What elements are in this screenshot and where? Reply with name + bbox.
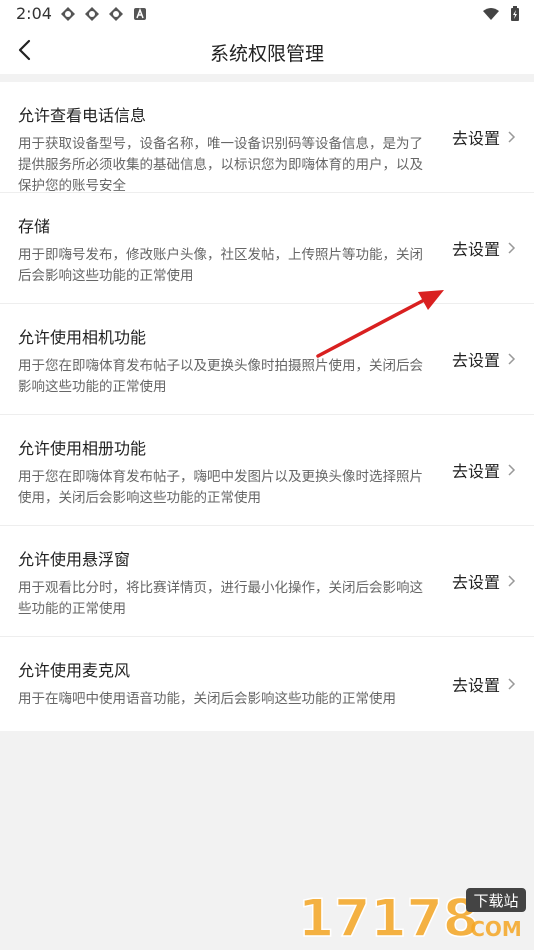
- permission-title: 允许使用悬浮窗: [18, 550, 131, 569]
- notification-icons: [60, 6, 148, 22]
- go-settings-label: 去设置: [451, 240, 500, 259]
- permission-title: 允许查看电话信息: [18, 106, 147, 125]
- go-settings-label: 去设置: [451, 462, 500, 481]
- chevron-right-icon: [508, 464, 516, 476]
- permission-description: 用于在嗨吧中使用语音功能，关闭后会影响这些功能的正常使用: [18, 691, 396, 707]
- go-settings-button[interactable]: 去设置: [452, 193, 516, 303]
- permission-item-floating-window[interactable]: 允许使用悬浮窗 用于观看比分时，将比赛详情页，进行最小化操作，关闭后会影响这些功…: [0, 526, 534, 637]
- permission-description: 用于您在即嗨体育发布帖子，嗨吧中发图片以及更换头像时选择照片使用，关闭后会影响这…: [18, 469, 423, 506]
- permission-list: 允许查看电话信息 用于获取设备型号，设备名称，唯一设备识别码等设备信息，是为了提…: [0, 82, 534, 731]
- system-status-icons: [482, 6, 520, 22]
- permission-description: 用于即嗨号发布，修改账户头像，社区发帖，上传照片等功能，关闭后会影响这些功能的正…: [18, 247, 423, 284]
- go-settings-button[interactable]: 去设置: [452, 304, 516, 414]
- status-bar: 2:04: [0, 0, 534, 28]
- chevron-right-icon: [508, 242, 516, 254]
- go-settings-button[interactable]: 去设置: [452, 637, 516, 731]
- watermark-badge: 下载站: [473, 892, 518, 910]
- permission-item-microphone[interactable]: 允许使用麦克风 用于在嗨吧中使用语音功能，关闭后会影响这些功能的正常使用 去设置: [0, 637, 534, 731]
- app-header: 系统权限管理: [0, 28, 534, 74]
- go-settings-label: 去设置: [451, 573, 500, 592]
- chevron-right-icon: [508, 575, 516, 587]
- app-notification-icon: [109, 7, 123, 21]
- permission-description: 用于观看比分时，将比赛详情页，进行最小化操作，关闭后会影响这些功能的正常使用: [18, 580, 423, 617]
- go-settings-label: 去设置: [451, 129, 500, 148]
- wifi-icon: [483, 8, 499, 20]
- app-notification-icon: [85, 7, 99, 21]
- permission-item-album[interactable]: 允许使用相册功能 用于您在即嗨体育发布帖子，嗨吧中发图片以及更换头像时选择照片使…: [0, 415, 534, 526]
- status-time: 2:04: [16, 4, 52, 23]
- go-settings-button[interactable]: 去设置: [452, 82, 516, 192]
- annotation-arrow-icon: [316, 290, 444, 358]
- permission-description: 用于获取设备型号，设备名称，唯一设备识别码等设备信息，是为了提供服务所必须收集的…: [18, 136, 423, 194]
- chevron-right-icon: [508, 131, 516, 143]
- permission-title: 允许使用相册功能: [18, 439, 147, 458]
- permission-title: 允许使用相机功能: [18, 328, 147, 347]
- go-settings-label: 去设置: [451, 676, 500, 695]
- permission-title: 存储: [18, 217, 51, 236]
- chevron-right-icon: [508, 353, 516, 365]
- go-settings-button[interactable]: 去设置: [452, 415, 516, 525]
- go-settings-button[interactable]: 去设置: [452, 526, 516, 636]
- watermark-domain: COM: [470, 917, 522, 941]
- site-watermark-logo: 17178 下载站 COM: [298, 888, 526, 944]
- a-letter-icon: [134, 7, 146, 20]
- page-title: 系统权限管理: [209, 43, 324, 65]
- app-notification-icon: [61, 7, 75, 21]
- permission-item-phone-info[interactable]: 允许查看电话信息 用于获取设备型号，设备名称，唯一设备识别码等设备信息，是为了提…: [0, 82, 534, 194]
- chevron-right-icon: [508, 678, 516, 690]
- watermark-number: 17178: [298, 889, 479, 944]
- permission-title: 允许使用麦克风: [18, 661, 131, 680]
- battery-charging-icon: [511, 6, 519, 21]
